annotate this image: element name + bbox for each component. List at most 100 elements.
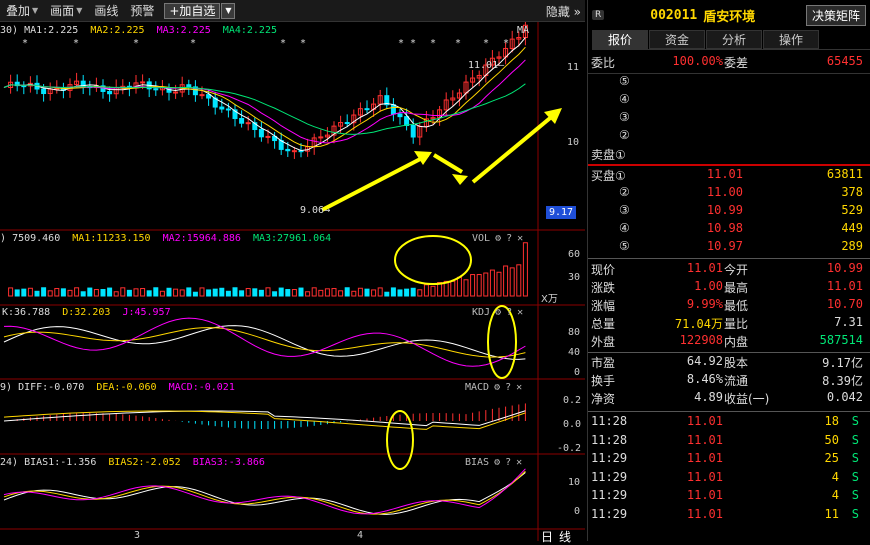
ma-line-2 [3, 46, 526, 148]
help-icon[interactable]: ? [506, 233, 512, 244]
ma-line-4 [3, 83, 526, 135]
volume-bar [278, 287, 284, 297]
buy-level-row: ④ 10.98 449 [588, 221, 870, 239]
volume-bar [219, 287, 225, 297]
line-period-button[interactable]: 线 [559, 528, 571, 545]
gear-icon[interactable]: ⚙ [495, 233, 501, 244]
moving-average-lines [3, 37, 526, 152]
close-icon[interactable]: ✕ [516, 382, 522, 393]
volume-bar [483, 272, 489, 297]
quote-panel: R 002011 盾安环境 决策矩阵 报价 资金 分析 操作 委比 100.00… [587, 0, 870, 541]
volume-bar [225, 290, 231, 297]
volume-bar [417, 289, 423, 297]
candle-body [225, 108, 231, 111]
sell-level-label: ② [619, 128, 630, 142]
volume-highlight-circle [394, 235, 472, 285]
candle-body [410, 125, 416, 138]
vol-unit-label: X万 [541, 294, 558, 305]
buy-price: 10.97 [706, 239, 743, 253]
bias-axis-tick: 0 [574, 506, 581, 517]
stat-label: 今开 [724, 263, 749, 277]
buy-level-row: 买盘① 11.01 63811 [588, 167, 870, 185]
stat-label: 最高 [724, 281, 749, 295]
fundamental-row: 换手 8.46% 流通 8.39亿 [588, 372, 870, 390]
gear-icon[interactable]: ⚙ [495, 307, 501, 318]
close-icon[interactable]: ✕ [517, 233, 523, 244]
decision-matrix-button[interactable]: 决策矩阵 [805, 4, 866, 26]
kdj-indicator-name[interactable]: KDJ [472, 307, 490, 318]
hide-label: 隐藏 [545, 5, 570, 19]
chart-area[interactable]: 30) MA1:2.225 MA2:2.225 MA3:2.225 MA4:2.… [0, 22, 585, 544]
tick-row: 11:29 11.01 4 S [588, 488, 870, 506]
candlestick-series [8, 22, 528, 159]
ma-indicator-name[interactable]: MA [517, 25, 529, 36]
volume-bar [285, 289, 291, 297]
kdj-axis-tick: 40 [568, 347, 581, 358]
volume-bar [516, 264, 522, 297]
vol-axis-tick: 60 [568, 249, 581, 260]
tab-funds[interactable]: 资金 [649, 30, 705, 49]
add-watchlist-button[interactable]: +加自选 [164, 2, 221, 19]
daily-period-button[interactable]: 日 [541, 528, 553, 545]
close-icon[interactable]: ✕ [517, 307, 523, 318]
kdj-j-value: J:45.957 [122, 307, 171, 318]
bias-line-1 [3, 472, 526, 515]
bias2-value: BIAS2:-2.052 [108, 457, 181, 468]
bias-indicator-name[interactable]: BIAS [465, 457, 489, 468]
candle-body [364, 108, 370, 111]
current-price-tag: 9.17 [546, 206, 577, 219]
sell-level-row: ⑤ [588, 74, 870, 92]
volume-bar [87, 287, 93, 297]
close-icon[interactable]: ✕ [516, 457, 522, 468]
volume-bar [232, 287, 238, 297]
ma1-value: MA1:2.225 [24, 25, 79, 36]
kdj-d-value: D:32.203 [62, 307, 111, 318]
add-watchlist-dropdown[interactable]: ▼ [221, 2, 236, 19]
overlay-menu[interactable]: 叠加 ▼ [0, 2, 44, 19]
tab-analysis[interactable]: 分析 [706, 30, 762, 49]
candle-body [265, 135, 271, 138]
volume-bar [74, 287, 80, 297]
volume-bar [199, 287, 205, 297]
volume-bar [430, 285, 436, 297]
tick-row: 11:28 11.01 18 S [588, 414, 870, 432]
tab-quote[interactable]: 报价 [592, 30, 648, 49]
stock-name: 盾安环境 [703, 9, 756, 25]
gear-icon[interactable]: ⚙ [494, 457, 500, 468]
gear-icon[interactable]: ⚙ [494, 382, 500, 393]
stat-value: 8.39亿 [822, 374, 863, 388]
buy-level-row: ⑤ 10.97 289 [588, 239, 870, 257]
candle-body [397, 113, 403, 118]
canvas-label: 画面 [50, 4, 75, 18]
volume-bar [212, 288, 218, 297]
kdj-line-1 [3, 325, 526, 360]
stat-label: 涨跌 [591, 281, 616, 295]
vol-indicator-name[interactable]: VOL [472, 233, 490, 244]
tab-operation[interactable]: 操作 [763, 30, 819, 49]
candle-body [344, 122, 350, 125]
tick-row: 11:29 11.01 11 S [588, 507, 870, 525]
volume-bar [404, 288, 410, 297]
stat-value: 10.99 [826, 261, 863, 275]
stat-value: 7.31 [834, 315, 863, 329]
tick-time: 11:29 [591, 506, 628, 521]
help-icon[interactable]: ? [505, 382, 511, 393]
tick-volume: 4 [831, 469, 839, 484]
macd-indicator-name[interactable]: MACD [465, 382, 489, 393]
vol-pane-controls: VOL ⚙ ? ✕ [472, 233, 523, 244]
bias-line-3 [3, 468, 526, 515]
help-icon[interactable]: ? [506, 307, 512, 318]
canvas-menu[interactable]: 画面 ▼ [44, 2, 88, 19]
draw-line-button[interactable]: 画线 [88, 2, 124, 19]
high-price-value: 11.01 [468, 60, 499, 71]
date-axis-tick: 3 [134, 530, 141, 541]
stat-value: 0.042 [826, 390, 863, 404]
volume-bar [522, 242, 528, 297]
r-badge: R [592, 10, 605, 20]
vol-ma2-value: MA2:15964.886 [162, 233, 241, 244]
alert-button[interactable]: 预警 [124, 2, 160, 19]
ma3-value: MA3:2.225 [156, 25, 211, 36]
kdj-legend: K:36.788 D:32.203 J:45.957 [2, 307, 171, 318]
hide-button[interactable]: 隐藏 » [546, 3, 581, 20]
help-icon[interactable]: ? [505, 457, 511, 468]
